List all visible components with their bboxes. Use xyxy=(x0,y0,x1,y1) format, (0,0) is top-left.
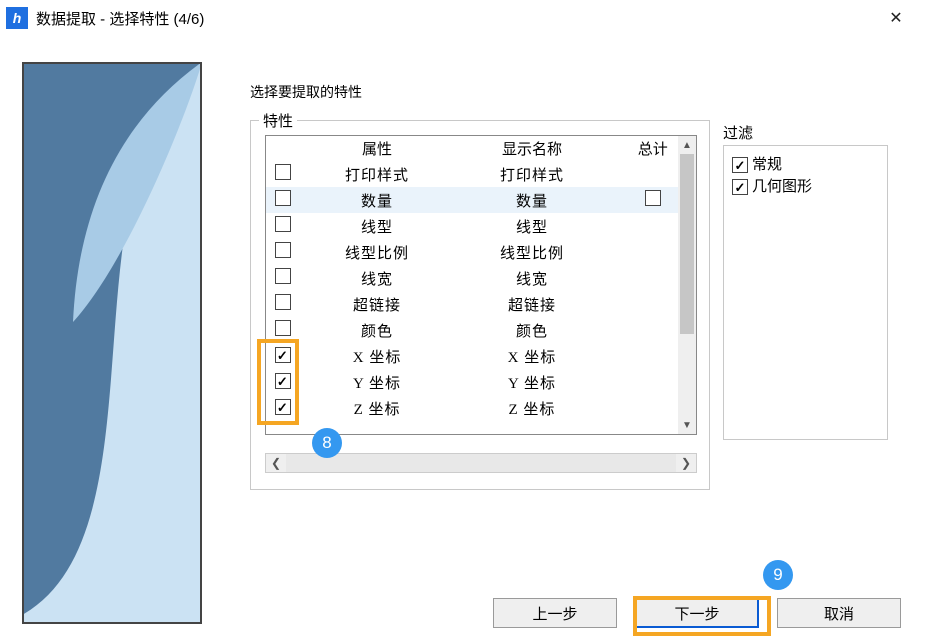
row-checkbox-cell[interactable] xyxy=(266,343,300,369)
section-heading: 选择要提取的特性 xyxy=(250,82,362,102)
row-checkbox-cell[interactable] xyxy=(266,187,300,213)
close-button[interactable]: ✕ xyxy=(873,0,919,36)
cell-display[interactable]: Z 坐标 xyxy=(455,395,610,421)
table-row[interactable]: 线型线型 xyxy=(266,213,696,239)
scroll-down-icon[interactable]: ▼ xyxy=(678,416,696,434)
filter-item[interactable]: 几何图形 xyxy=(732,176,879,198)
table-row[interactable]: 颜色颜色 xyxy=(266,317,696,343)
row-checkbox[interactable] xyxy=(275,216,291,232)
row-checkbox-cell[interactable] xyxy=(266,161,300,187)
total-checkbox[interactable] xyxy=(645,190,661,206)
row-checkbox-cell[interactable] xyxy=(266,213,300,239)
row-checkbox[interactable] xyxy=(275,399,291,415)
col-header-attr[interactable]: 属性 xyxy=(300,136,455,161)
cell-attr: X 坐标 xyxy=(300,343,455,369)
cell-display[interactable]: 数量 xyxy=(455,187,610,213)
app-icon: h xyxy=(6,7,28,29)
scroll-thumb[interactable] xyxy=(680,154,694,334)
dialog-title: 数据提取 - 选择特性 (4/6) xyxy=(36,8,204,29)
table-header-row: 属性 显示名称 总计 xyxy=(266,136,696,161)
titlebar: h 数据提取 - 选择特性 (4/6) ✕ xyxy=(0,0,925,36)
row-checkbox-cell[interactable] xyxy=(266,369,300,395)
scroll-right-icon[interactable]: ❯ xyxy=(676,454,696,472)
cell-attr: 超链接 xyxy=(300,291,455,317)
row-checkbox[interactable] xyxy=(275,190,291,206)
cell-attr: Y 坐标 xyxy=(300,369,455,395)
properties-table[interactable]: 属性 显示名称 总计 打印样式打印样式数量数量线型线型线型比例线型比例线宽线宽超… xyxy=(265,135,697,435)
table-row[interactable]: 打印样式打印样式 xyxy=(266,161,696,187)
cell-display[interactable]: Y 坐标 xyxy=(455,369,610,395)
row-checkbox[interactable] xyxy=(275,268,291,284)
cell-attr: 颜色 xyxy=(300,317,455,343)
cell-attr: 数量 xyxy=(300,187,455,213)
filter-item[interactable]: 常规 xyxy=(732,154,879,176)
dialog-window: h 数据提取 - 选择特性 (4/6) ✕ 选择要提取的特性 特性 xyxy=(0,0,925,642)
cell-display[interactable]: 线型比例 xyxy=(455,239,610,265)
cell-display[interactable]: 颜色 xyxy=(455,317,610,343)
page-curl-icon xyxy=(22,62,202,624)
cell-attr: 打印样式 xyxy=(300,161,455,187)
wizard-preview xyxy=(22,62,202,624)
button-row: 上一步 下一步 取消 xyxy=(493,598,901,628)
callout-badge-9: 9 xyxy=(763,560,793,590)
scroll-up-icon[interactable]: ▲ xyxy=(678,136,696,154)
scroll-left-icon[interactable]: ❮ xyxy=(266,454,286,472)
filter-checkbox[interactable] xyxy=(732,179,748,195)
row-checkbox-cell[interactable] xyxy=(266,317,300,343)
col-header-display[interactable]: 显示名称 xyxy=(455,136,610,161)
row-checkbox[interactable] xyxy=(275,373,291,389)
cell-display[interactable]: 打印样式 xyxy=(455,161,610,187)
cell-display[interactable]: 线宽 xyxy=(455,265,610,291)
cell-attr: 线宽 xyxy=(300,265,455,291)
row-checkbox-cell[interactable] xyxy=(266,395,300,421)
horizontal-scrollbar[interactable]: ❮ ❯ xyxy=(265,453,697,473)
cell-display[interactable]: 超链接 xyxy=(455,291,610,317)
dialog-body: 选择要提取的特性 特性 属性 显示名称 总计 打印样式打印样式数量数量线型线型线… xyxy=(0,50,925,642)
hscroll-track[interactable] xyxy=(286,454,676,472)
filter-label-text: 几何图形 xyxy=(752,176,812,198)
row-checkbox[interactable] xyxy=(275,164,291,180)
table-row[interactable]: 线宽线宽 xyxy=(266,265,696,291)
filter-group: 常规几何图形 xyxy=(723,145,888,440)
cell-attr: 线型比例 xyxy=(300,239,455,265)
properties-group-label: 特性 xyxy=(259,110,297,131)
row-checkbox-cell[interactable] xyxy=(266,239,300,265)
row-checkbox[interactable] xyxy=(275,347,291,363)
row-checkbox[interactable] xyxy=(275,294,291,310)
row-checkbox[interactable] xyxy=(275,320,291,336)
close-icon: ✕ xyxy=(889,8,902,28)
cell-attr: Z 坐标 xyxy=(300,395,455,421)
table-row[interactable]: 超链接超链接 xyxy=(266,291,696,317)
table-row[interactable]: 线型比例线型比例 xyxy=(266,239,696,265)
next-button[interactable]: 下一步 xyxy=(635,598,759,628)
filter-label-text: 常规 xyxy=(752,154,782,176)
prev-button[interactable]: 上一步 xyxy=(493,598,617,628)
filter-group-label: 过滤 xyxy=(723,122,753,143)
vertical-scrollbar[interactable]: ▲ ▼ xyxy=(678,136,696,434)
row-checkbox-cell[interactable] xyxy=(266,291,300,317)
table-row[interactable]: Y 坐标Y 坐标 xyxy=(266,369,696,395)
table-row[interactable]: 数量数量 xyxy=(266,187,696,213)
cell-display[interactable]: X 坐标 xyxy=(455,343,610,369)
table-row[interactable]: X 坐标X 坐标 xyxy=(266,343,696,369)
row-checkbox-cell[interactable] xyxy=(266,265,300,291)
row-checkbox[interactable] xyxy=(275,242,291,258)
filter-checkbox[interactable] xyxy=(732,157,748,173)
table-row[interactable]: Z 坐标Z 坐标 xyxy=(266,395,696,421)
cancel-button[interactable]: 取消 xyxy=(777,598,901,628)
cell-attr: 线型 xyxy=(300,213,455,239)
properties-group: 特性 属性 显示名称 总计 打印样式打印样式数量数量线型线型线型比例线型比例线宽… xyxy=(250,120,710,490)
cell-display[interactable]: 线型 xyxy=(455,213,610,239)
